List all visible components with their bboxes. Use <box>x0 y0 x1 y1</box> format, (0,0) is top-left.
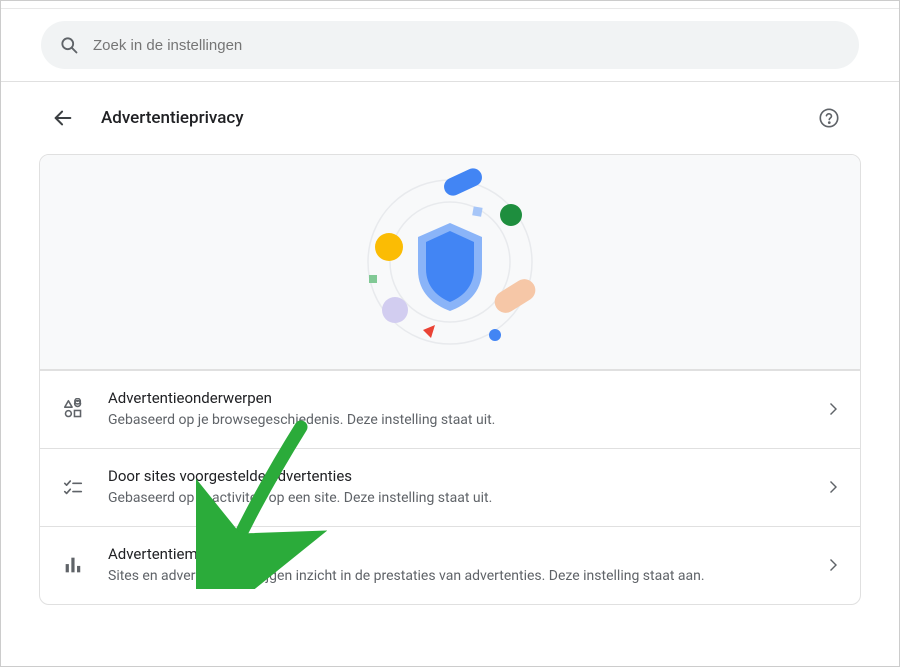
chevron-right-icon <box>830 478 838 497</box>
shapes-icon <box>62 398 84 420</box>
back-button[interactable] <box>47 102 79 134</box>
content-area: Advertentieprivacy <box>1 82 899 605</box>
search-input[interactable] <box>93 37 841 54</box>
row-title: Advertentieonderwerpen <box>108 389 806 407</box>
hero-illustration <box>40 155 860 370</box>
row-subtitle: Gebaseerd op je browsegeschiedenis. Deze… <box>108 411 806 430</box>
privacy-shield-illustration <box>335 165 565 360</box>
bar-chart-icon <box>62 554 84 576</box>
row-text: Door sites voorgestelde advertenties Geb… <box>108 467 806 508</box>
checklist-icon <box>62 476 84 498</box>
row-title: Door sites voorgestelde advertenties <box>108 467 806 485</box>
row-text: Advertentiemeting Sites en adverteerders… <box>108 545 806 586</box>
setting-ad-topics[interactable]: Advertentieonderwerpen Gebaseerd op je b… <box>40 370 860 448</box>
help-icon <box>818 107 840 129</box>
settings-search-bar[interactable] <box>41 21 859 69</box>
chevron-right-icon <box>830 556 838 575</box>
window-top-border <box>1 1 899 9</box>
search-container <box>1 9 899 82</box>
row-subtitle: Sites en adverteerders krijgen inzicht i… <box>108 567 806 586</box>
page-title: Advertentieprivacy <box>101 108 793 128</box>
setting-site-suggested-ads[interactable]: Door sites voorgestelde advertenties Geb… <box>40 448 860 526</box>
chevron-right-icon <box>830 400 838 419</box>
settings-card: Advertentieonderwerpen Gebaseerd op je b… <box>39 154 861 605</box>
row-text: Advertentieonderwerpen Gebaseerd op je b… <box>108 389 806 430</box>
row-title: Advertentiemeting <box>108 545 806 563</box>
search-icon <box>59 35 79 55</box>
arrow-left-icon <box>52 107 74 129</box>
page-header: Advertentieprivacy <box>39 82 861 154</box>
row-subtitle: Gebaseerd op je activiteit op een site. … <box>108 489 806 508</box>
setting-ad-measurement[interactable]: Advertentiemeting Sites en adverteerders… <box>40 526 860 604</box>
help-button[interactable] <box>815 104 843 132</box>
